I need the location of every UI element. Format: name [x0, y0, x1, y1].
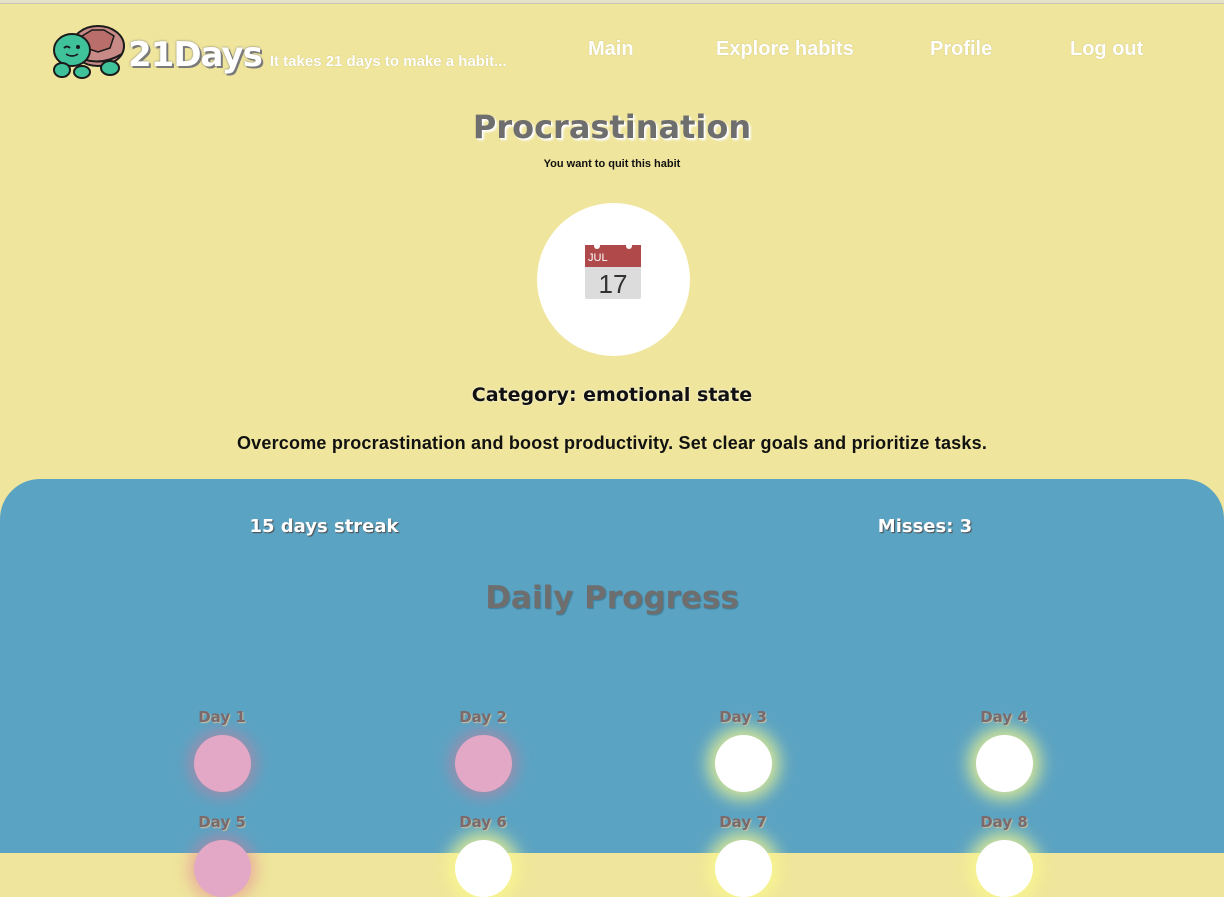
day-label: Day 1 [198, 708, 246, 726]
day-status-dot[interactable] [975, 735, 1033, 792]
day-status-dot[interactable] [193, 735, 251, 792]
day-label: Day 7 [719, 813, 767, 831]
day-3: Day 3 [683, 707, 803, 792]
habit-description: Overcome procrastination and boost produ… [236, 433, 988, 453]
day-status-dot[interactable] [714, 735, 772, 792]
habit-title: Procrastination [472, 108, 752, 146]
day-status-dot[interactable] [975, 840, 1033, 897]
day-2: Day 2 [423, 707, 543, 792]
day-7: Day 7 [683, 812, 803, 897]
day-8: Day 8 [944, 812, 1064, 897]
main-nav: Main Explore habits Profile Log out [0, 38, 1224, 68]
day-status-dot[interactable] [454, 735, 512, 792]
nav-profile[interactable]: Profile [930, 38, 992, 61]
nav-main[interactable]: Main [588, 38, 634, 61]
day-label: Day 2 [459, 708, 507, 726]
habit-category: Category: emotional state [471, 384, 753, 406]
nav-log-out[interactable]: Log out [1070, 38, 1143, 61]
day-label: Day 5 [198, 813, 246, 831]
day-status-dot[interactable] [193, 840, 251, 897]
habit-subtitle: You want to quit this habit [543, 158, 681, 170]
streak-count: 15 days streak [249, 516, 399, 537]
day-5: Day 5 [162, 812, 282, 897]
daily-progress-title: Daily Progress [485, 580, 739, 616]
day-6: Day 6 [423, 812, 543, 897]
day-label: Day 6 [459, 813, 507, 831]
day-status-dot[interactable] [454, 840, 512, 897]
day-label: Day 3 [719, 708, 767, 726]
habit-icon-circle: JUL 17 [537, 203, 690, 356]
calendar-month: JUL [588, 252, 608, 264]
day-4: Day 4 [944, 707, 1064, 792]
nav-explore-habits[interactable]: Explore habits [716, 38, 854, 61]
day-1: Day 1 [162, 707, 282, 792]
day-label: Day 4 [980, 708, 1028, 726]
misses-count: Misses: 3 [877, 516, 973, 537]
calendar-icon: JUL 17 [585, 243, 641, 299]
site-header: 21Days It takes 21 days to make a habit.… [0, 0, 1224, 100]
calendar-day: 17 [599, 269, 628, 299]
day-label: Day 8 [980, 813, 1028, 831]
day-status-dot[interactable] [714, 840, 772, 897]
